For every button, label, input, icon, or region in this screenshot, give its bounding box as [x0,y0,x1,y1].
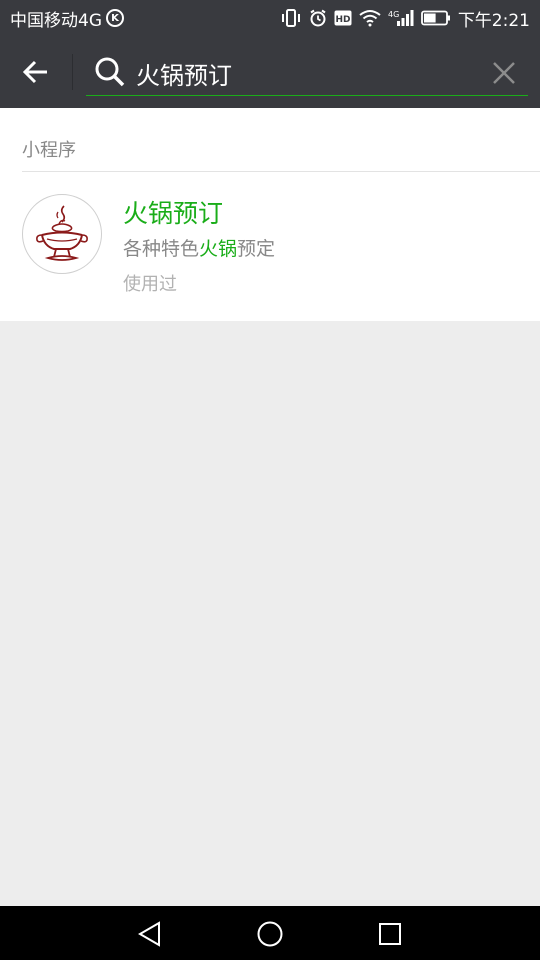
hotpot-icon [36,205,88,261]
description-highlight: 火锅 [199,238,238,260]
back-triangle-icon [138,921,160,947]
clock: 下午2:21 [457,10,530,31]
battery-icon [420,9,451,27]
result-description: 各种特色火锅预定 [123,234,275,261]
hd-icon: HD [334,9,352,27]
search-icon [95,57,125,87]
status-left: 中国移动4G K [10,6,124,31]
search-input[interactable] [136,56,476,90]
status-bar: 中国移动4G K HD 4G 下午2:21 [0,0,540,36]
search-header [0,36,540,108]
search-box[interactable] [86,50,528,96]
home-circle-icon [257,921,283,947]
back-button[interactable] [14,50,58,94]
vibrate-icon [280,9,302,27]
arrow-left-icon [22,60,47,84]
nav-home-button[interactable] [252,916,288,952]
hd-label: HD [335,15,350,25]
nav-recents-button[interactable] [372,916,408,952]
used-before-label: 使用过 [123,274,177,295]
search-results: 小程序 火锅预订 各种特色火锅预定 使用过 [0,108,540,321]
recents-square-icon [379,923,401,945]
mini-program-result[interactable]: 火锅预订 各种特色火锅预定 使用过 [0,172,540,321]
carrier-label: 中国移动4G [10,10,102,31]
network-label: 4G [388,10,399,19]
status-right: HD 4G 下午2:21 [280,6,530,31]
signal-icon: 4G [388,9,414,27]
carrier-badge: K [106,9,124,27]
clear-search-icon[interactable] [490,59,518,87]
avatar [22,194,102,274]
navigation-bar [0,906,540,960]
header-divider [72,54,73,90]
result-title: 火锅预订 [123,199,224,228]
description-before: 各种特色 [123,238,200,260]
alarm-icon [309,9,327,27]
description-after: 预定 [237,238,276,260]
nav-back-button[interactable] [132,916,168,952]
section-label: 小程序 [22,140,76,161]
wifi-icon [359,9,381,27]
